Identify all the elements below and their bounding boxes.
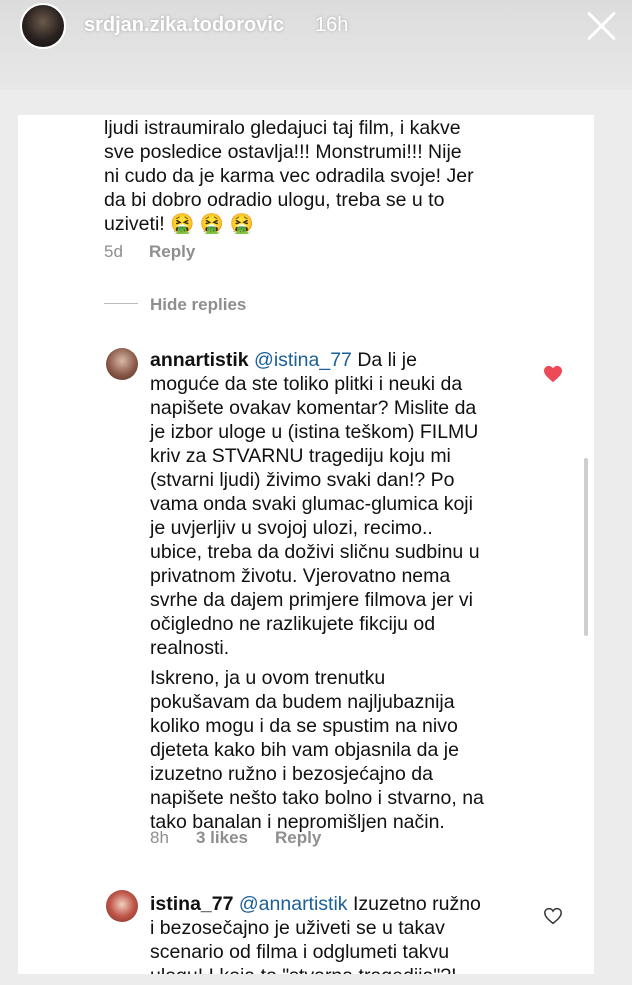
comment-line: privatnom životu. Vjerovatno nema [150, 565, 451, 587]
comment-line: koliko mogu i da se spustim na nivo [150, 715, 458, 737]
footer-gap [0, 974, 632, 985]
comment-line: djeteta kako bih vam objasnila da je [150, 739, 459, 761]
heart-outline-icon[interactable] [543, 907, 563, 925]
comment-line: sve posledice ostavlja!!! Monstrumi!!! N… [104, 141, 462, 163]
comment-line: ljudi istraumiralo gledajuci taj film, i… [104, 117, 461, 139]
close-icon[interactable] [585, 10, 617, 42]
story-time: 16h [315, 14, 349, 36]
comment-time: 5d [104, 242, 123, 261]
comment-line: ni cudo da je karma vec odradila svoje! … [104, 165, 474, 187]
comment-line: je izbor uloge u (istina teškom) FILMU [150, 421, 479, 443]
comment-mention[interactable]: @annartistik [239, 893, 348, 915]
comment-line: (stvarni ljudi) živimo svaki dan!? Po [150, 469, 455, 491]
hide-replies-button[interactable]: Hide replies [150, 295, 246, 315]
comment-line: očigledno ne razlikujete fikciju od [150, 613, 436, 635]
comment-line: napišete nešto tako bolno i stvarno, na [150, 787, 484, 809]
comment-first-line: annartistik @istina_77 Da li je [150, 348, 417, 372]
reply-button[interactable]: Reply [275, 828, 321, 848]
comment-line: ubice, treba da doživi sličnu sudbinu u [150, 541, 480, 563]
comment-line: vama onda svaki glumac-glumica koji [150, 493, 473, 515]
comment-first-line: istina_77 @annartistik Izuzetno ružno [150, 892, 481, 916]
comment-line: svrhe da dajem primjere filmova jer vi [150, 589, 473, 611]
comment-text: Da li je [351, 349, 417, 371]
comment-mention[interactable]: @istina_77 [254, 349, 352, 371]
story-header: srdjan.zika.todorovic 16h [0, 0, 632, 90]
avatar[interactable] [106, 890, 138, 922]
story-avatar[interactable] [20, 3, 66, 49]
comment-line: Iskreno, ja u ovom trenutku [150, 667, 386, 689]
heart-icon[interactable] [543, 365, 563, 383]
comment-line: kriv za STVARNU tragediju koju mi [150, 445, 451, 467]
scrollbar[interactable] [584, 458, 588, 636]
reply-button[interactable]: Reply [149, 242, 195, 262]
comment-line: napišete ovakav komentar? Mislite da [150, 397, 477, 419]
comment-line: realnosti. [150, 637, 230, 659]
likes-count[interactable]: 3 likes [196, 828, 248, 848]
comment-line: da bi dobro odradio ulogu, treba se u to [104, 189, 445, 211]
comment-line: pokušavam da budem najljubaznija [150, 691, 455, 713]
comment-line: je uvjerljiv u svojoj ulozi, recimo.. [150, 517, 433, 539]
comment-line: uziveti! 🤮 🤮 🤮 [104, 213, 254, 235]
comment-line: scenario od filma i odglumeti takvu [150, 941, 450, 963]
comment-username[interactable]: istina_77 [150, 893, 233, 915]
divider [104, 303, 138, 304]
comment-line: ulogu! I koja to "stvarna tragedija"?! [150, 964, 457, 974]
comment-time: 8h [150, 828, 169, 847]
comment-line: moguće da ste toliko plitki i neuki da [150, 373, 463, 395]
avatar[interactable] [106, 348, 138, 380]
comment-line: izuzetno ružno i bezosjećajno da [150, 763, 433, 785]
comment-line: i bezosečajno je uživeti se u takav [150, 917, 445, 939]
comment-username[interactable]: annartistik [150, 349, 249, 371]
comment-text: Izuzetno ružno [347, 893, 481, 915]
story-username[interactable]: srdjan.zika.todorovic [84, 14, 284, 37]
